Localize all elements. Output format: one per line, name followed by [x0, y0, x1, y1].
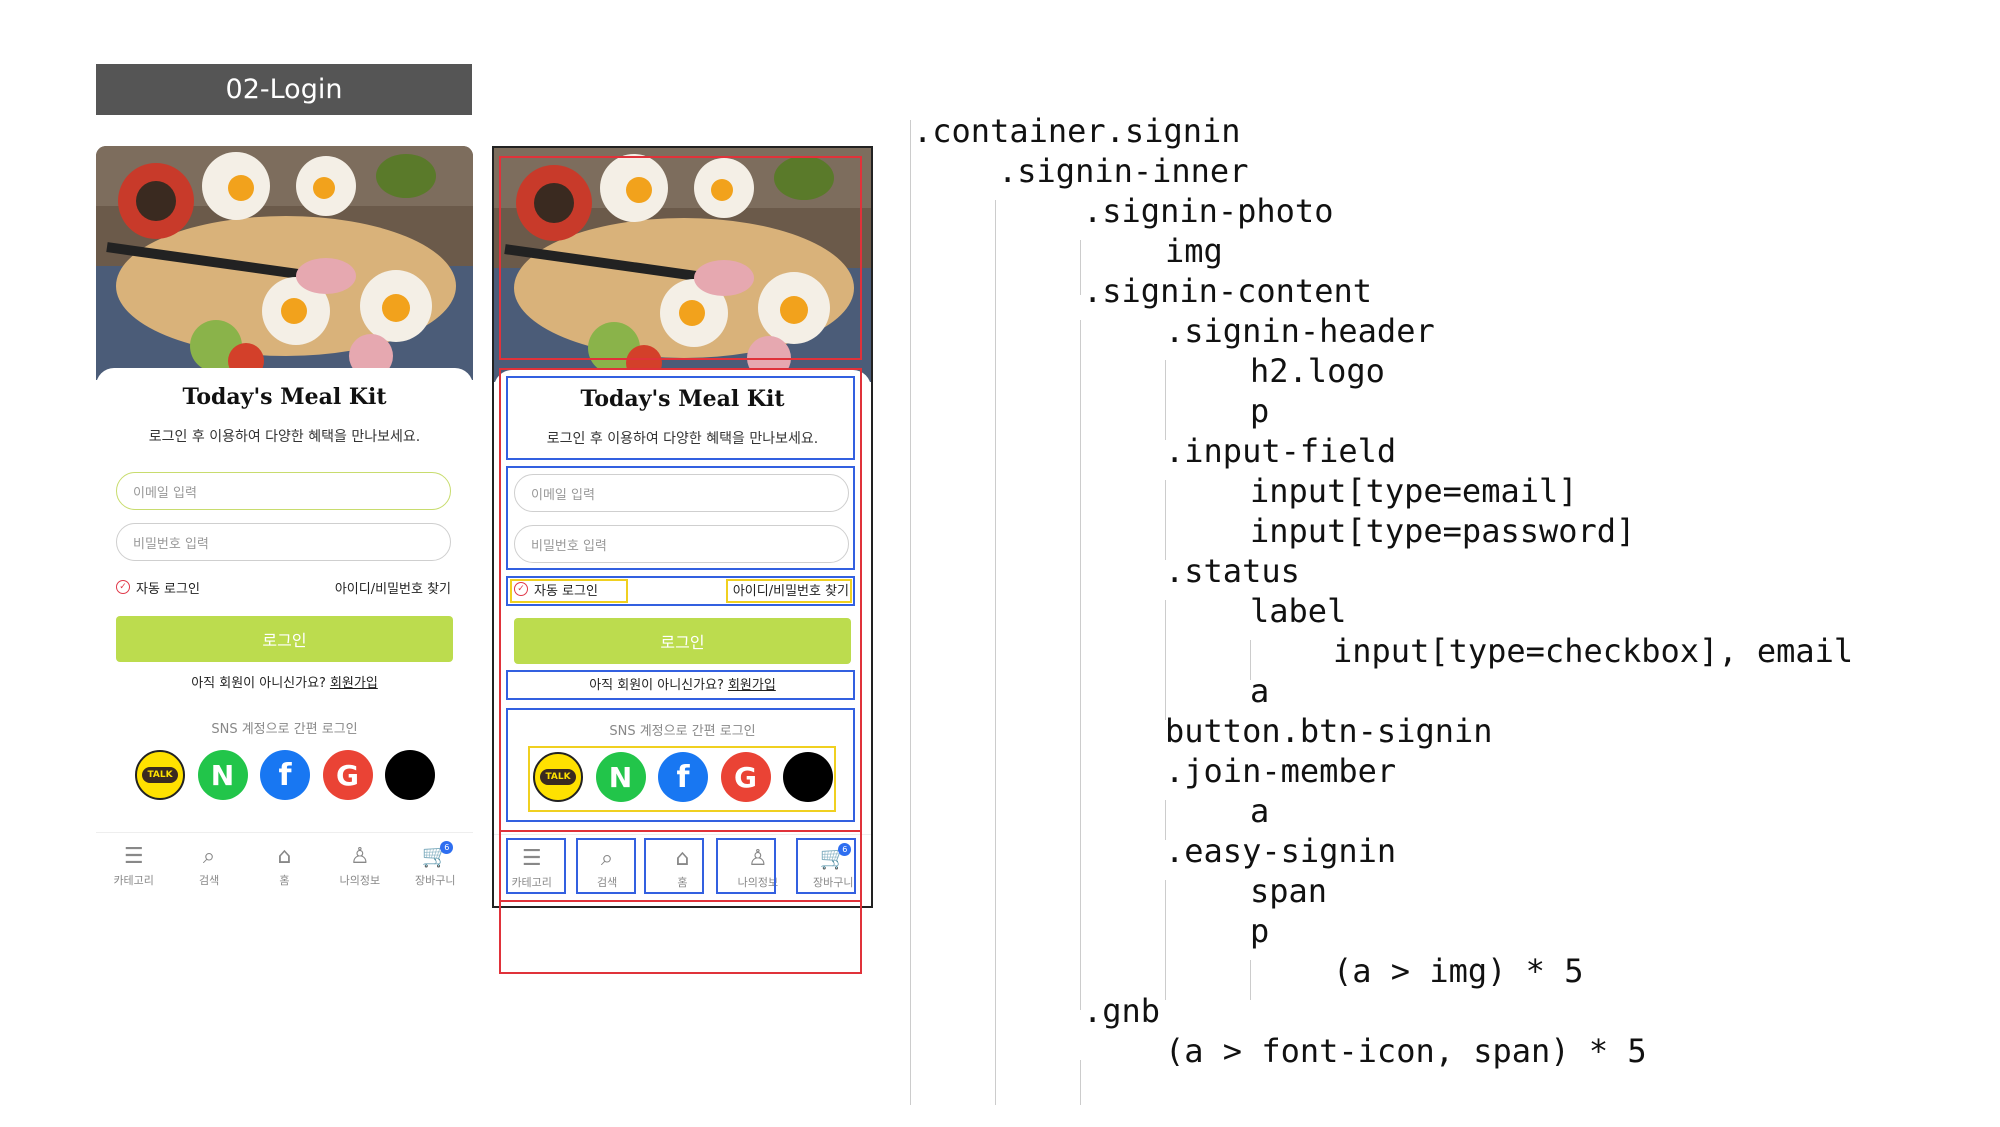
annotation-label-box — [510, 579, 628, 603]
code-line: (a > img) * 5 — [1333, 952, 1584, 990]
gnb-label: 홈 — [279, 874, 290, 887]
annotation-input-box — [506, 466, 855, 570]
check-icon: ✓ — [116, 580, 130, 594]
apple-login-button[interactable] — [385, 750, 435, 800]
email-placeholder: 이메일 입력 — [133, 485, 197, 501]
tree-guide-line — [1165, 600, 1166, 720]
tree-guide-line — [1165, 360, 1166, 440]
code-line: .container.signin — [913, 112, 1241, 150]
annotation-gnb-item-box — [716, 838, 776, 894]
tree-guide-line — [1080, 1060, 1081, 1105]
annotation-gnb-item-box — [796, 838, 856, 894]
tree-guide-line — [910, 120, 911, 1105]
tree-guide-line — [1250, 960, 1251, 1000]
gnb-label: 카테고리 — [113, 874, 154, 887]
gnb-label: 나의정보 — [339, 874, 381, 887]
code-line: .input-field — [1165, 432, 1397, 470]
annotation-sns-box — [528, 746, 836, 812]
gnb-label: 장바구니 — [415, 874, 456, 887]
join-link[interactable]: 회원가입 — [330, 676, 378, 691]
logo: Today's Meal Kit — [182, 384, 387, 410]
google-login-button[interactable]: G — [322, 750, 373, 800]
code-line: .signin-inner — [998, 152, 1249, 190]
code-line: a — [1250, 672, 1270, 710]
slide-title: 02-Login — [96, 64, 472, 115]
menu-icon: ☰ — [123, 844, 144, 869]
naver-login-button[interactable]: N — [197, 750, 248, 800]
user-icon: ♙ — [349, 844, 370, 869]
code-line: p — [1250, 912, 1270, 950]
home-icon: ⌂ — [277, 844, 292, 869]
code-line: img — [1165, 232, 1223, 270]
code-line: button.btn-signin — [1165, 712, 1493, 750]
signin-photo — [96, 146, 473, 380]
code-line: span — [1250, 872, 1328, 910]
code-line: .gnb — [1083, 992, 1161, 1030]
code-line: a — [1250, 792, 1270, 830]
code-line: .status — [1165, 552, 1300, 590]
tagline: 로그인 후 이용하여 다양한 혜택을 만나보세요. — [148, 429, 421, 445]
code-line: input[type=password] — [1250, 512, 1636, 550]
code-line: .join-member — [1165, 752, 1397, 790]
cart-badge: 6 — [440, 841, 454, 854]
status-row: ✓ 자동 로그인 아이디/비밀번호 찾기 — [116, 574, 451, 600]
gnb-myinfo[interactable]: ♙ 나의정보 — [330, 833, 390, 899]
annotation-photo-box — [499, 156, 862, 360]
gnb-label: 검색 — [198, 874, 220, 887]
code-line: label — [1250, 592, 1347, 630]
auto-login-label: 자동 로그인 — [136, 581, 200, 597]
code-line: input[type=email] — [1250, 472, 1578, 510]
search-icon: ⌕ — [202, 844, 216, 869]
annotation-join-box — [506, 670, 855, 700]
gnb: ☰ 카테고리 ⌕ 검색 ⌂ 홈 ♙ 나의정보 🛒 6 장바구니 — [96, 832, 473, 899]
facebook-icon: f — [278, 757, 292, 793]
annotation-gnb-item-box — [576, 838, 636, 894]
tree-guide-line — [1165, 880, 1166, 1000]
signin-button[interactable]: 로그인 — [116, 616, 453, 662]
google-icon: G — [336, 758, 359, 792]
naver-icon: N — [210, 758, 235, 792]
tree-guide-line — [995, 200, 996, 1105]
gnb-category[interactable]: ☰ 카테고리 — [104, 833, 164, 899]
code-line: p — [1250, 392, 1270, 430]
tree-guide-line — [1080, 240, 1081, 295]
login-mockup: Today's Meal Kit 로그인 후 이용하여 다양한 혜택을 만나보세… — [96, 146, 473, 908]
code-line: h2.logo — [1250, 352, 1385, 390]
code-line: (a > font-icon, span) * 5 — [1165, 1032, 1647, 1070]
auto-login-checkbox[interactable]: ✓ 자동 로그인 — [116, 578, 200, 597]
tree-guide-line — [1080, 320, 1081, 1010]
gnb-cart[interactable]: 🛒 6 장바구니 — [405, 833, 465, 899]
kakao-icon: TALK — [142, 767, 178, 783]
annotation-gnb-item-box — [644, 838, 704, 894]
gnb-search[interactable]: ⌕ 검색 — [179, 833, 239, 899]
code-line: .signin-photo — [1083, 192, 1334, 230]
password-placeholder: 비밀번호 입력 — [133, 536, 209, 552]
food-photo-image — [96, 146, 473, 380]
sns-title: SNS 계정으로 간편 로그인 — [211, 722, 358, 737]
code-line: .easy-signin — [1165, 832, 1397, 870]
join-text: 아직 회원이 아니신가요? — [191, 676, 326, 691]
code-line: .signin-header — [1165, 312, 1435, 350]
join-member: 아직 회원이 아니신가요? 회원가입 — [96, 672, 473, 691]
find-account-link[interactable]: 아이디/비밀번호 찾기 — [335, 578, 451, 597]
annotation-link-box — [726, 579, 852, 603]
sns-buttons: TALK N f G — [135, 750, 435, 804]
gnb-home[interactable]: ⌂ 홈 — [254, 833, 314, 899]
annotation-gnb-item-box — [506, 838, 566, 894]
annotation-header-box — [506, 376, 855, 460]
kakao-login-button[interactable]: TALK — [135, 750, 185, 800]
login-mockup-annotated: Today's Meal Kit 로그인 후 이용하여 다양한 혜택을 만나보세… — [492, 146, 873, 974]
email-input[interactable]: 이메일 입력 — [116, 472, 451, 510]
tree-guide-line — [1165, 480, 1166, 560]
facebook-login-button[interactable]: f — [260, 750, 310, 800]
code-line: input[type=checkbox], email — [1333, 632, 1854, 670]
password-input[interactable]: 비밀번호 입력 — [116, 523, 451, 561]
code-line: .signin-content — [1083, 272, 1372, 310]
